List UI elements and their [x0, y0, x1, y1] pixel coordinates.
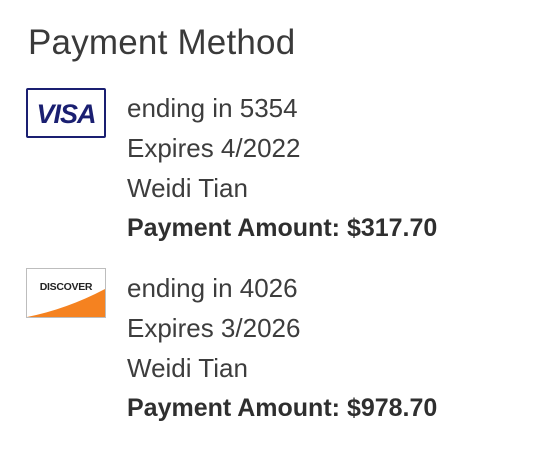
discover-logo-text: DISCOVER [40, 281, 93, 293]
payment-amount-value: $978.70 [346, 394, 438, 422]
payment-details: ending in 5354 Expires 4/2022 Weidi Tian… [127, 88, 527, 248]
payment-method-item: VISA ending in 5354 Expires 4/2022 Weidi… [26, 88, 526, 258]
card-ending: ending in 5354 [127, 93, 298, 123]
discover-icon: DISCOVER [26, 268, 106, 318]
cardholder-name: Weidi Tian [127, 353, 248, 383]
card-expiry: Expires 4/2022 [127, 133, 301, 163]
payment-method-section: Payment Method VISA ending in 5354 Expir… [0, 0, 540, 452]
payment-method-item: DISCOVER ending in 4026 Expires 3/2026 W… [26, 268, 526, 438]
section-title: Payment Method [28, 23, 296, 62]
payment-amount-label: Payment Amount: [127, 214, 340, 242]
card-ending: ending in 4026 [127, 273, 298, 303]
payment-amount: Payment Amount: $317.70 [127, 208, 527, 248]
visa-logo-text: VISA [36, 99, 95, 129]
payment-details: ending in 4026 Expires 3/2026 Weidi Tian… [127, 268, 527, 428]
cardholder-name: Weidi Tian [127, 173, 248, 203]
payment-amount-label: Payment Amount: [127, 394, 340, 422]
payment-amount: Payment Amount: $978.70 [127, 388, 527, 428]
card-expiry: Expires 3/2026 [127, 313, 301, 343]
payment-amount-value: $317.70 [346, 214, 438, 242]
visa-icon: VISA [26, 88, 106, 138]
